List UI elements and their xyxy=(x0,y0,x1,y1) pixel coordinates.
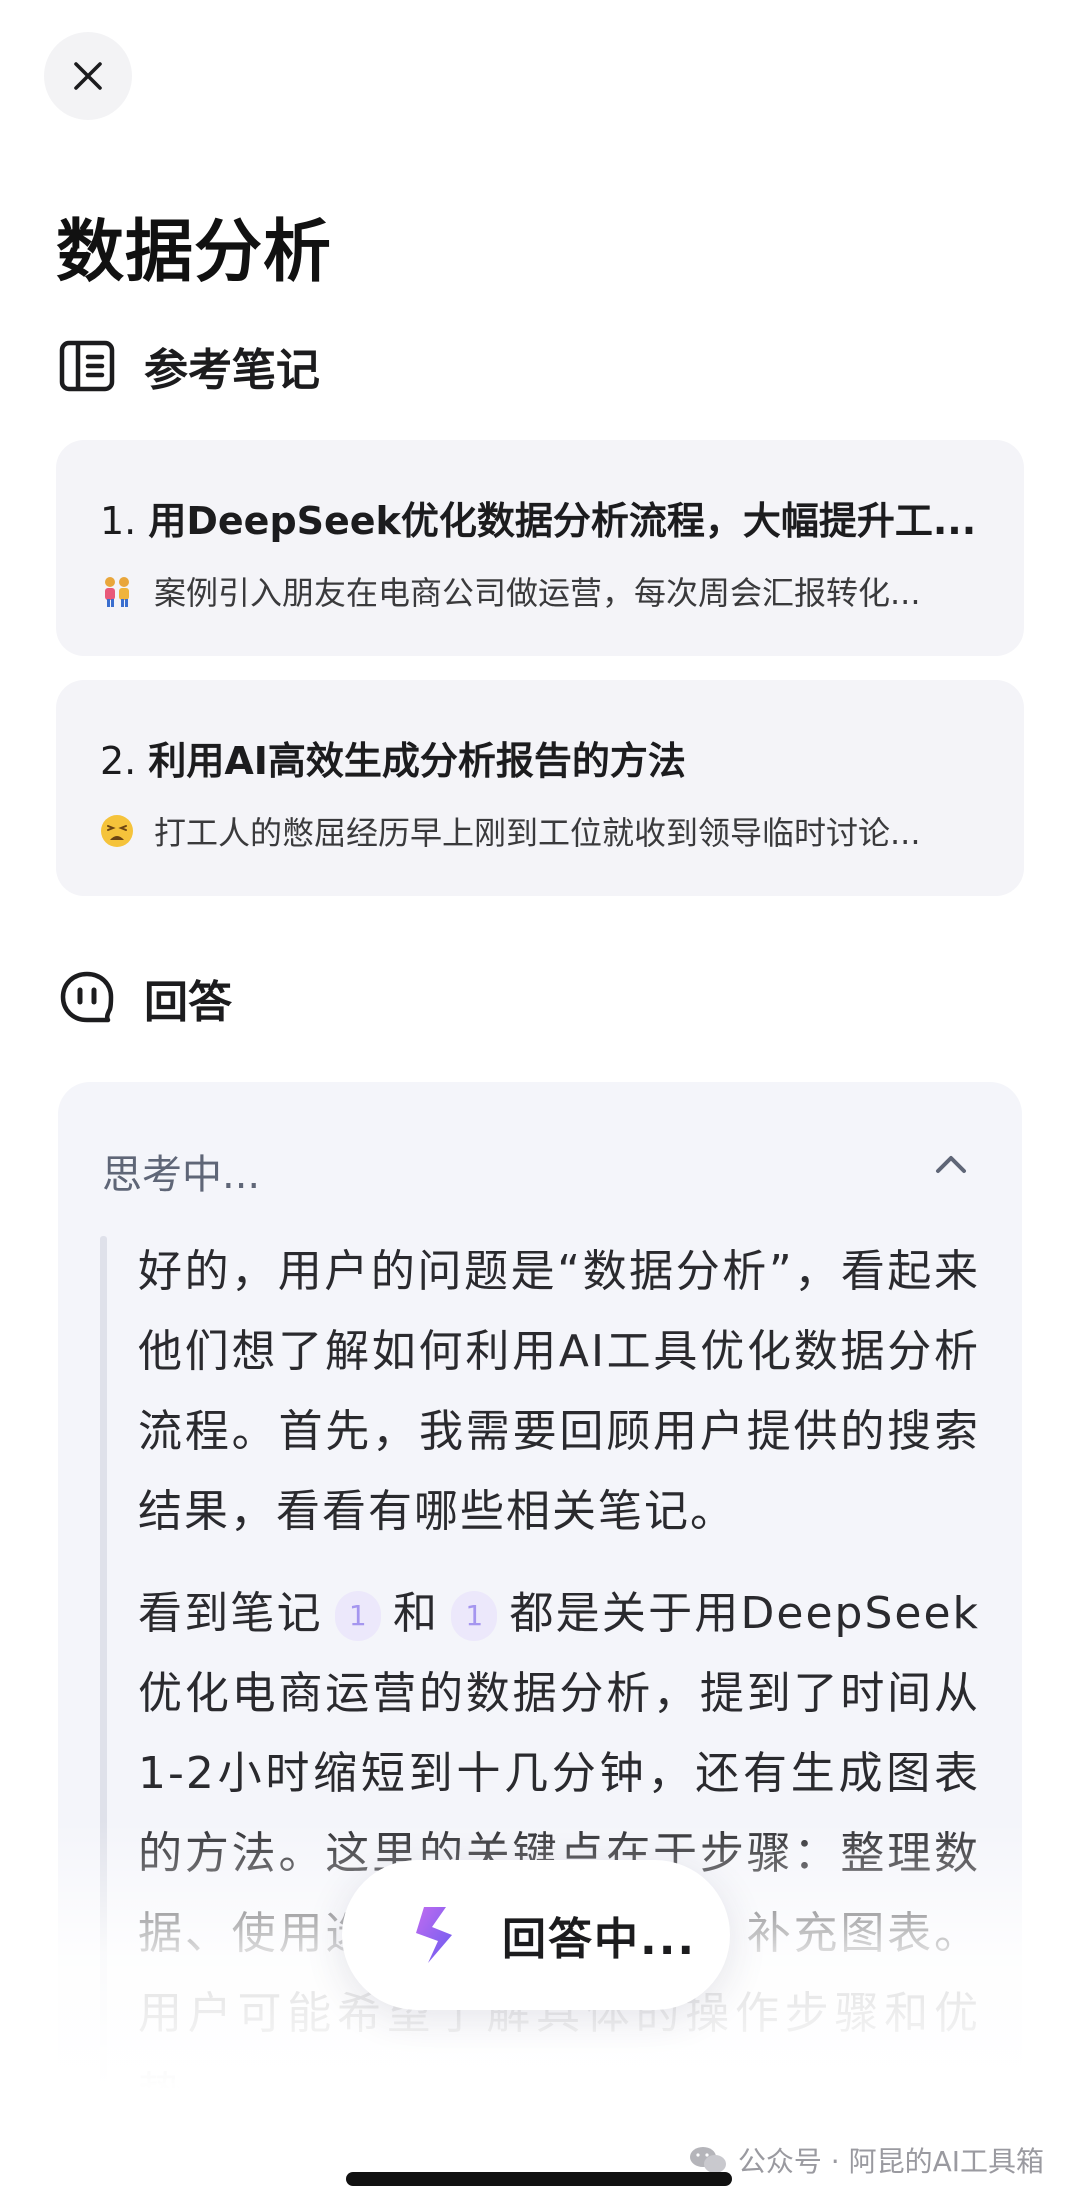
reference-snippet-text: 打工人的憋屈经历早上刚到工位就收到领导临时讨论... xyxy=(154,814,921,852)
references-heading: 参考笔记 xyxy=(144,345,320,396)
assistant-logo-icon xyxy=(416,1907,452,1963)
tired-face-emoji-icon xyxy=(100,814,134,848)
thinking-text-segment: 看到笔记 xyxy=(138,1588,323,1639)
home-indicator[interactable] xyxy=(346,2172,732,2186)
reference-snippet-text: 案例引入朋友在电商公司做运营，每次周会汇报转化... xyxy=(154,574,921,612)
notes-icon xyxy=(58,337,116,395)
answer-heading: 回答 xyxy=(144,977,232,1028)
watermark-text: 公众号 · 阿昆的AI工具箱 xyxy=(737,2145,1044,2178)
reference-number: 2. xyxy=(100,739,137,783)
reference-snippet: 打工人的憋屈经历早上刚到工位就收到领导临时讨论... xyxy=(100,808,974,854)
close-button[interactable] xyxy=(44,32,132,120)
answering-status-pill: 回答中... xyxy=(342,1860,730,2010)
reference-card[interactable]: 1. 用DeepSeek优化数据分析流程，大幅提升工... 案例引入朋友在电商公… xyxy=(56,440,1024,656)
page-title: 数据分析 xyxy=(56,213,333,292)
chat-bubble-icon xyxy=(58,969,116,1027)
reference-title: 2. 利用AI高效生成分析报告的方法 xyxy=(100,730,984,785)
references-header: 参考笔记 xyxy=(58,334,320,398)
thinking-text-segment: 和 xyxy=(392,1588,440,1639)
reference-snippet: 案例引入朋友在电商公司做运营，每次周会汇报转化... xyxy=(100,568,974,614)
watermark: 公众号 · 阿昆的AI工具箱 xyxy=(688,2140,1044,2180)
thinking-paragraph: 好的，用户的问题是“数据分析”，看起来他们想了解如何利用AI工具优化数据分析流程… xyxy=(138,1246,980,1537)
reference-title-text: 用DeepSeek优化数据分析流程，大幅提升工... xyxy=(148,499,977,543)
thinking-label: 思考中... xyxy=(102,1152,261,1198)
answer-header: 回答 xyxy=(58,966,232,1030)
couple-emoji-icon xyxy=(100,574,134,608)
close-icon xyxy=(74,62,102,90)
citation-badge[interactable]: 1 xyxy=(451,1591,498,1641)
reference-card[interactable]: 2. 利用AI高效生成分析报告的方法 打工人的憋屈经历早上刚到工位就收到领导临时… xyxy=(56,680,1024,896)
chevron-up-icon xyxy=(936,1156,966,1173)
answering-status-label: 回答中... xyxy=(502,1914,697,1965)
reference-title: 1. 用DeepSeek优化数据分析流程，大幅提升工... xyxy=(100,490,984,545)
reference-title-text: 利用AI高效生成分析报告的方法 xyxy=(148,739,686,783)
reference-number: 1. xyxy=(100,499,137,543)
answer-screen: 数据分析 参考笔记 1. 用DeepSeek优化数据分析流程，大幅提升工... xyxy=(0,0,1080,2205)
citation-badge[interactable]: 1 xyxy=(334,1591,381,1641)
collapse-toggle[interactable] xyxy=(932,1146,970,1184)
